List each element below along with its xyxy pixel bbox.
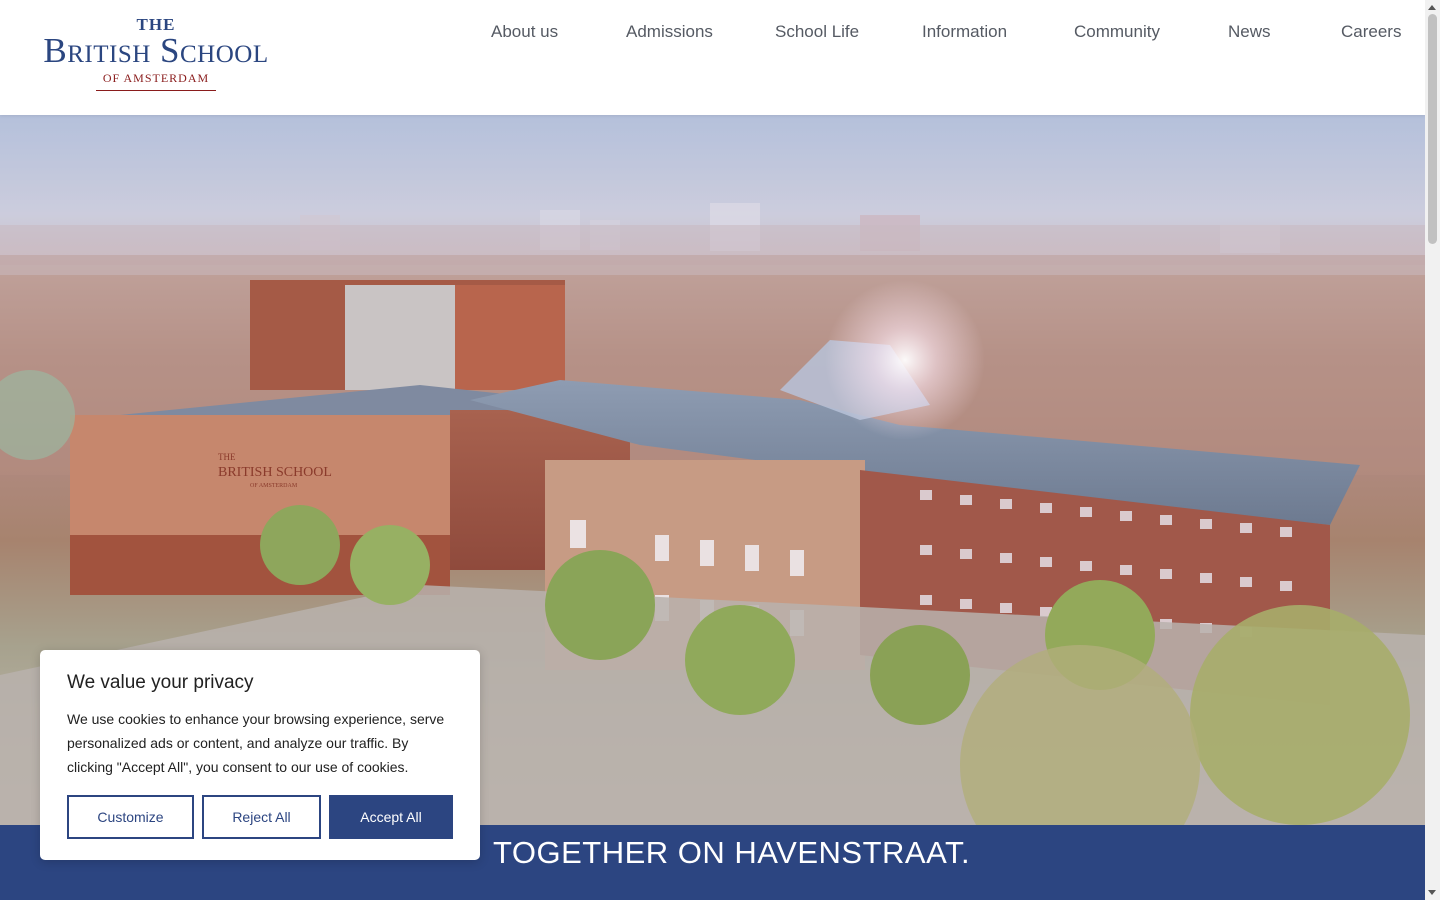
apartment-block bbox=[250, 280, 565, 390]
hall-sign-name: BRITISH SCHOOL bbox=[218, 465, 332, 480]
logo-name: British School bbox=[43, 31, 269, 70]
reject-all-button[interactable]: Reject All bbox=[202, 795, 321, 839]
nav-item-about-us[interactable]: About us bbox=[491, 22, 558, 42]
site-header: THE British School OF AMSTERDAM About us… bbox=[0, 0, 1425, 115]
hall-sign-the: THE bbox=[218, 452, 236, 462]
nav-item-careers[interactable]: Careers bbox=[1341, 22, 1401, 42]
nav-item-admissions[interactable]: Admissions bbox=[626, 22, 713, 42]
cookie-title: We value your privacy bbox=[67, 672, 254, 693]
main-nav: About us Admissions School Life Informat… bbox=[470, 22, 1415, 46]
customize-button[interactable]: Customize bbox=[67, 795, 194, 839]
nav-item-news[interactable]: News bbox=[1228, 22, 1271, 42]
page-scrollbar[interactable] bbox=[1425, 0, 1440, 900]
scrollbar-thumb[interactable] bbox=[1428, 14, 1437, 244]
scroll-down-arrow-icon[interactable] bbox=[1428, 890, 1436, 895]
site-logo[interactable]: THE British School OF AMSTERDAM bbox=[28, 16, 284, 98]
nav-item-information[interactable]: Information bbox=[922, 22, 1007, 42]
nav-item-school-life[interactable]: School Life bbox=[775, 22, 859, 42]
hall-sign-sub: OF AMSTERDAM bbox=[250, 483, 298, 489]
logo-subtitle: OF AMSTERDAM bbox=[96, 70, 216, 91]
scroll-up-arrow-icon[interactable] bbox=[1428, 5, 1436, 10]
cookie-description: We use cookies to enhance your browsing … bbox=[67, 711, 445, 775]
nav-item-community[interactable]: Community bbox=[1074, 22, 1160, 42]
banner-heading: TOGETHER ON HAVENSTRAAT. bbox=[493, 835, 971, 870]
accept-all-button[interactable]: Accept All bbox=[329, 795, 453, 839]
cookie-consent-dialog: We value your privacy We use cookies to … bbox=[40, 650, 480, 860]
